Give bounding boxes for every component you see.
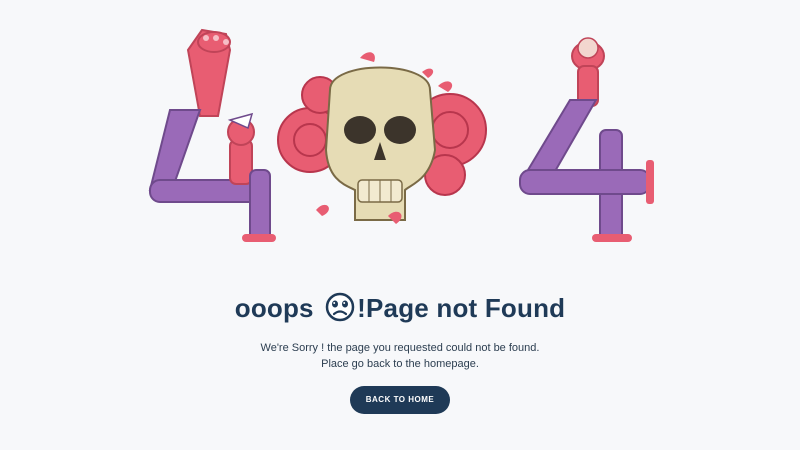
title-suffix: !Page not Found [357,293,566,323]
message-line-1: We're Sorry ! the page you requested cou… [260,342,540,354]
message-line-2: Place go back to the homepage. [321,358,479,370]
skull-roses-figure [277,52,487,224]
404-art [148,28,654,242]
left-four-figure [148,28,276,242]
right-four-figure [519,37,654,242]
back-to-home-button[interactable]: BACK TO HOME [350,386,450,414]
error-message: We're Sorry ! the page you requested cou… [0,340,800,372]
sad-face-icon [325,292,355,322]
title-prefix: ooops [234,293,322,323]
page-title: ooops !Page not Found [0,290,800,326]
404-illustration [130,20,670,250]
error-content: ooops !Page not Found We're Sorry ! the … [0,290,800,414]
